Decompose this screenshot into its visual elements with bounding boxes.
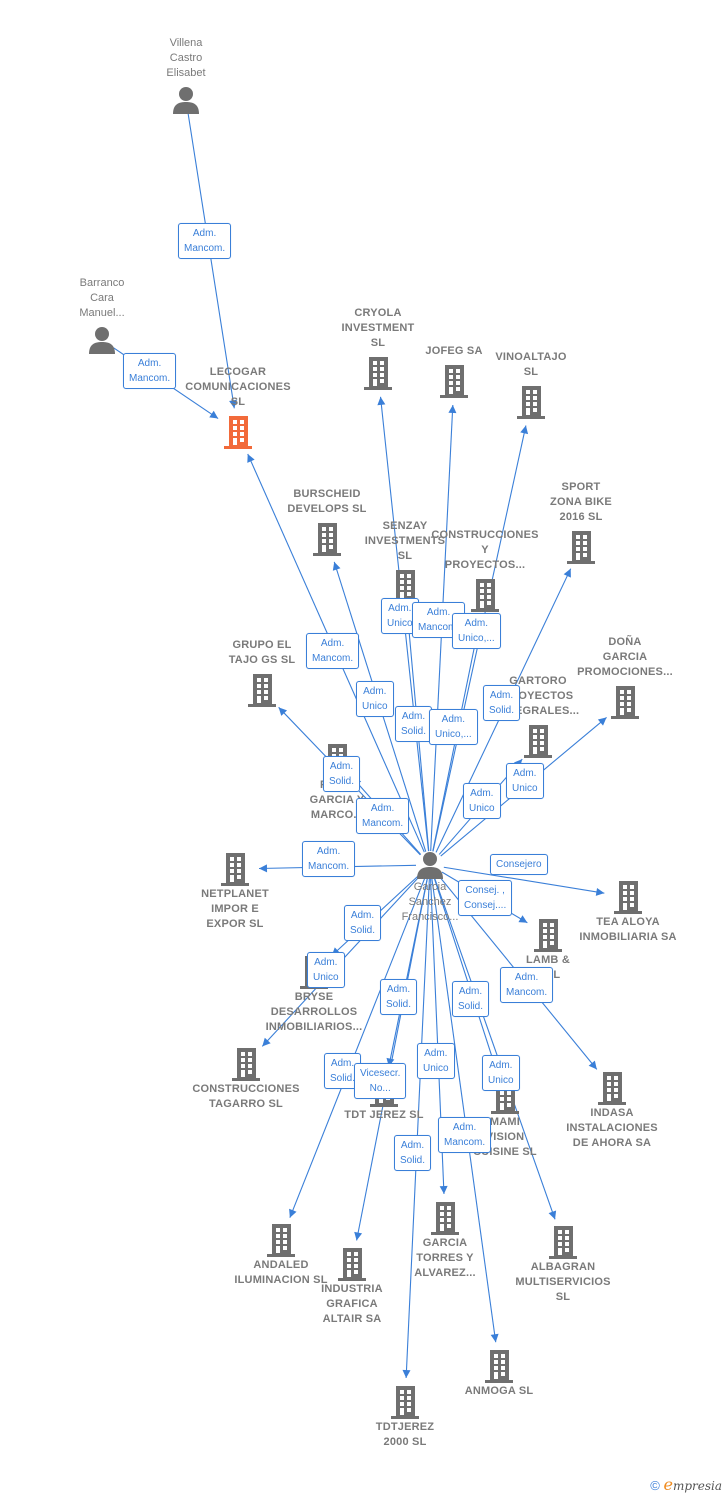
arrowhead [377,396,386,406]
arrowhead [402,1369,411,1379]
arrowhead [490,1333,499,1343]
relation-badge[interactable]: Adm. Unico,... [429,709,478,745]
node-label: ALBAGRAN MULTISERVICIOS SL [515,1261,611,1303]
relation-badge[interactable]: Consejero [490,854,548,875]
arrowhead [548,1210,557,1220]
relation-badge[interactable]: Adm. Unico [356,681,394,717]
arrowhead [520,425,529,435]
person-node-barranco[interactable]: Barranco Cara Manuel... [37,276,167,355]
building-icon [380,1200,510,1236]
person-icon [121,85,251,115]
company-node-vinoaltajo[interactable]: VINOALTAJO SL [466,350,596,420]
arrowhead [439,1185,448,1195]
empresia-logo: empresia [663,1475,722,1494]
building-icon [181,1046,311,1082]
relation-badge[interactable]: Adm. Solid. [380,979,418,1015]
relation-badge[interactable]: Adm. Mancom. [123,353,177,389]
relation-badge[interactable]: Adm. Mancom. [306,633,360,669]
relation-badge[interactable]: Adm. Solid. [452,981,490,1017]
building-icon [434,1348,564,1384]
building-icon [173,414,303,450]
relation-badge[interactable]: Adm. Mancom. [302,841,356,877]
relation-badge[interactable]: Adm. Solid. [344,905,382,941]
building-icon [466,384,596,420]
building-icon [483,917,613,953]
relation-badge[interactable]: Adm. Solid. [483,685,521,721]
company-node-garcia_torres[interactable]: GARCIA TORRES Y ALVAREZ... [380,1200,510,1281]
building-icon [473,723,603,759]
building-icon [563,879,693,915]
arrowhead [354,1231,363,1241]
relation-badge[interactable]: Adm. Unico,... [452,613,501,649]
node-label: VINOALTAJO SL [495,351,567,378]
relation-badge[interactable]: Adm. Unico [506,763,544,799]
relation-badge[interactable]: Adm. Unico [482,1055,520,1091]
arrowhead [588,1060,597,1070]
building-icon [170,851,300,887]
relation-badge[interactable]: Consej. , Consej.... [458,880,513,916]
node-label: TDTJEREZ 2000 SL [375,1421,435,1448]
company-node-tdtjerez2000[interactable]: TDTJEREZ 2000 SL [340,1384,470,1450]
person-icon [365,850,495,880]
relation-badge[interactable]: Adm. Unico [417,1043,455,1079]
company-node-indasa[interactable]: INDASA INSTALACIONES DE AHORA SA [547,1070,677,1151]
company-node-albagran[interactable]: ALBAGRAN MULTISERVICIOS SL [498,1224,628,1305]
relation-badge[interactable]: Adm. Mancom. [178,223,232,259]
person-icon [37,325,167,355]
relation-badge[interactable]: Adm. Unico [463,783,501,819]
building-icon [498,1224,628,1260]
node-label: INDUSTRIA GRAFICA ALTAIR SA [321,1283,383,1325]
building-icon [516,529,646,565]
relation-badge[interactable]: Adm. Solid. [394,1135,432,1171]
company-node-sport[interactable]: SPORT ZONA BIKE 2016 SL [516,480,646,565]
relation-badge[interactable]: Vicesecr. No... [354,1063,407,1099]
company-node-construcciones_tagarro[interactable]: CONSTRUCCIONES TAGARRO SL [181,1046,311,1112]
footer-brand[interactable]: © empresia [650,1475,722,1494]
building-icon [547,1070,677,1106]
relation-badge[interactable]: Adm. Mancom. [438,1117,492,1153]
node-label: NETPLANET IMPOR E EXPOR SL [201,888,269,930]
node-label: BRYSE DESARROLLOS INMOBILIARIOS... [265,991,363,1033]
relation-badge[interactable]: Adm. Unico [307,952,345,988]
node-label: TDT JEREZ SL [344,1109,424,1121]
node-label: BURSCHEID DEVELOPS SL [287,488,367,515]
copyright-symbol: © [650,1478,660,1493]
building-icon [197,672,327,708]
node-label: GARCIA TORRES Y ALVAREZ... [414,1237,476,1279]
node-label: Barranco Cara Manuel... [79,277,125,319]
company-node-netplanet[interactable]: NETPLANET IMPOR E EXPOR SL [170,851,300,932]
node-label: Villena Castro Elisabet [166,37,206,79]
relation-badge[interactable]: Adm. Solid. [323,756,361,792]
relation-badge[interactable]: Adm. Solid. [395,706,433,742]
person-node-villena[interactable]: Villena Castro Elisabet [121,36,251,115]
node-label: CONSTRUCCIONES TAGARRO SL [192,1083,300,1110]
node-label: INDASA INSTALACIONES DE AHORA SA [566,1107,658,1149]
company-node-lecogar[interactable]: LECOGAR COMUNICACIONES SL [173,365,303,450]
relation-badge[interactable]: Adm. Mancom. [500,967,554,1003]
arrowhead [448,404,457,414]
building-icon [340,1384,470,1420]
node-label: SPORT ZONA BIKE 2016 SL [550,481,612,523]
node-label: LECOGAR COMUNICACIONES SL [185,366,291,408]
relation-badge[interactable]: Adm. Mancom. [356,798,410,834]
